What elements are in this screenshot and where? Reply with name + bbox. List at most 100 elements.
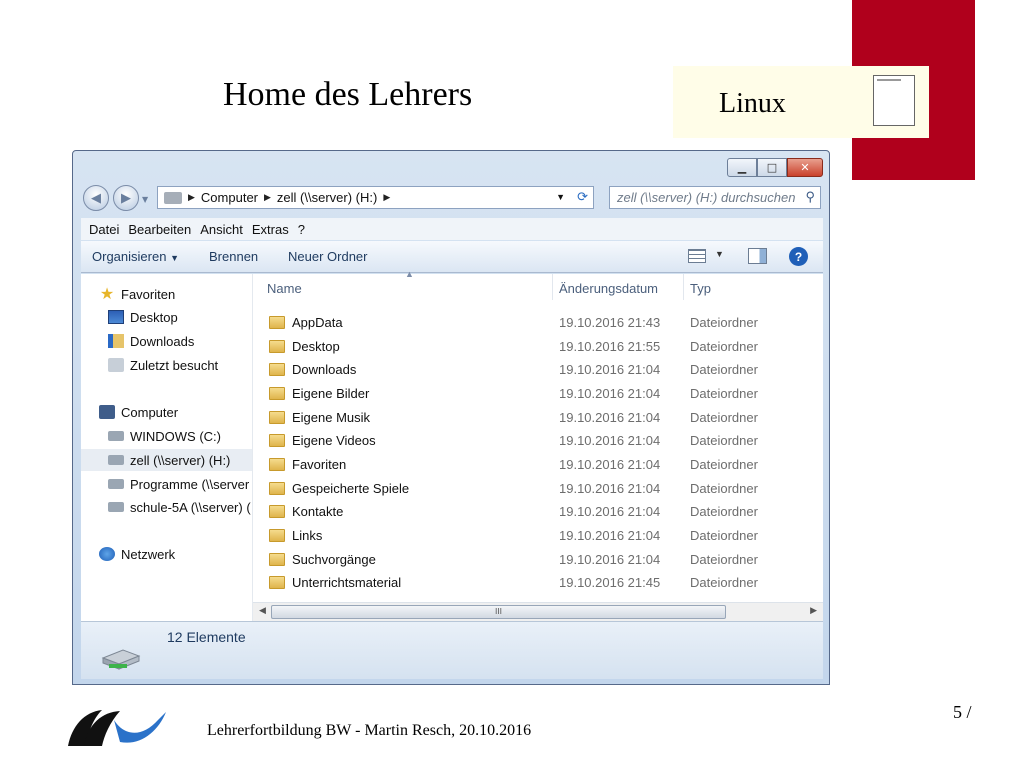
scroll-right-icon[interactable]: ▶: [810, 606, 817, 616]
navigation-pane: ★ Favoriten Desktop Downloads Zuletzt bes…: [81, 274, 253, 621]
table-row[interactable]: Kontakte 19.10.2016 21:04 Dateiordner: [253, 500, 817, 523]
table-row[interactable]: Downloads 19.10.2016 21:04 Dateiordner: [253, 358, 817, 381]
file-date: 19.10.2016 21:04: [559, 362, 661, 377]
column-header-date[interactable]: Änderungsdatum: [553, 274, 684, 300]
table-row[interactable]: Favoriten 19.10.2016 21:04 Dateiordner: [253, 453, 817, 476]
file-type: Dateiordner: [690, 481, 758, 496]
computer-icon: [99, 405, 115, 419]
desktop-icon: [108, 310, 124, 324]
organize-button[interactable]: Organisieren ▼: [92, 249, 179, 264]
nav-favorites[interactable]: ★ Favoriten: [99, 283, 175, 305]
nav-computer[interactable]: Computer: [99, 401, 178, 423]
view-options-icon[interactable]: [688, 249, 706, 263]
burn-button[interactable]: Brennen: [209, 249, 258, 264]
breadcrumb-separator-icon[interactable]: ▶: [188, 192, 195, 203]
maximize-button[interactable]: □: [757, 158, 787, 177]
breadcrumb-separator-icon[interactable]: ▶: [264, 192, 271, 203]
breadcrumb-separator-icon[interactable]: ▶: [383, 192, 390, 203]
nav-downloads[interactable]: Downloads: [108, 330, 194, 352]
file-type: Dateiordner: [690, 575, 758, 590]
search-icon[interactable]: ⚲: [805, 189, 815, 205]
table-row[interactable]: Unterrichtsmaterial 19.10.2016 21:45 Datei…: [253, 571, 817, 594]
navigation-row: ◀ ▶ ▼ ▶ Computer ▶ zell (\\server) (H:) …: [81, 185, 821, 212]
refresh-icon[interactable]: ⟳: [577, 189, 588, 205]
file-name: Downloads: [292, 362, 357, 377]
menu-bearbeiten[interactable]: Bearbeiten: [128, 222, 191, 237]
menu-extras[interactable]: Extras: [252, 222, 289, 237]
file-type: Dateiordner: [690, 504, 758, 519]
slide-title: Home des Lehrers: [223, 76, 473, 113]
table-row[interactable]: Desktop 19.10.2016 21:55 Dateiordner: [253, 335, 817, 358]
network-drive-icon: [108, 455, 124, 465]
nav-downloads-label: Downloads: [130, 333, 195, 349]
new-folder-button[interactable]: Neuer Ordner: [288, 249, 367, 264]
file-name-cell: Eigene Videos: [269, 433, 376, 448]
folder-icon: [269, 482, 285, 495]
folder-icon: [269, 387, 285, 400]
file-date: 19.10.2016 21:04: [559, 528, 661, 543]
breadcrumb-computer[interactable]: Computer: [201, 190, 258, 205]
forward-arrow-icon: ▶: [121, 190, 131, 206]
address-bar[interactable]: ▶ Computer ▶ zell (\\server) (H:) ▶ ▼ ⟳: [157, 186, 594, 209]
nav-computer-label: Computer: [121, 404, 179, 420]
window-controls: ▁ □ ✕: [727, 158, 823, 177]
nav-drive-h-label: zell (\\server) (H:): [130, 452, 231, 468]
menu-ansicht[interactable]: Ansicht: [200, 222, 243, 237]
help-icon[interactable]: ?: [789, 247, 808, 266]
column-header-name[interactable]: ▲ Name: [253, 269, 553, 300]
file-name-cell: Kontakte: [269, 504, 343, 519]
recent-pages-dropdown[interactable]: ▼: [142, 195, 148, 204]
back-button[interactable]: ◀: [83, 185, 109, 211]
minimize-button[interactable]: ▁: [727, 158, 757, 177]
close-button[interactable]: ✕: [787, 158, 823, 177]
search-input[interactable]: zell (\\server) (H:) durchsuchen ⚲: [609, 186, 821, 209]
chevron-down-icon: ▼: [170, 253, 179, 263]
scroll-left-icon[interactable]: ◀: [259, 606, 266, 616]
file-name: Eigene Musik: [292, 410, 371, 425]
search-placeholder: zell (\\server) (H:) durchsuchen: [617, 190, 796, 205]
menu-datei[interactable]: Datei: [89, 222, 119, 237]
nav-favorites-label: Favoriten: [121, 286, 176, 302]
nav-schule[interactable]: schule-5A (\\server) (: [108, 496, 251, 518]
nav-desktop[interactable]: Desktop: [108, 306, 178, 328]
nav-programme[interactable]: Programme (\\server: [108, 473, 249, 495]
file-name-cell: Gespeicherte Spiele: [269, 481, 409, 496]
file-name: AppData: [292, 315, 343, 330]
network-icon: [99, 547, 115, 561]
table-row[interactable]: Eigene Musik 19.10.2016 21:04 Dateiordner: [253, 406, 817, 429]
file-name: Favoriten: [292, 457, 347, 472]
table-row[interactable]: Suchvorgänge 19.10.2016 21:04 Dateiordner: [253, 548, 817, 571]
nav-network[interactable]: Netzwerk: [99, 543, 175, 565]
file-date: 19.10.2016 21:45: [559, 575, 661, 590]
scrollbar-thumb[interactable]: III: [271, 605, 726, 619]
breadcrumb-drive[interactable]: zell (\\server) (H:): [277, 190, 377, 205]
preview-pane-icon[interactable]: [748, 248, 767, 264]
table-row[interactable]: Eigene Bilder 19.10.2016 21:04 Dateiordner: [253, 382, 817, 405]
nav-recent[interactable]: Zuletzt besucht: [108, 354, 218, 376]
table-row[interactable]: AppData 19.10.2016 21:43 Dateiordner: [253, 311, 817, 334]
file-name-cell: Eigene Bilder: [269, 386, 369, 401]
page-number: 5 /: [953, 702, 972, 722]
horizontal-scrollbar[interactable]: ◀ III ▶: [253, 602, 823, 621]
forward-button[interactable]: ▶: [113, 185, 139, 211]
nav-drive-c[interactable]: WINDOWS (C:): [108, 425, 221, 447]
file-name: Eigene Videos: [292, 433, 376, 448]
column-name-label: Name: [267, 281, 302, 296]
file-date: 19.10.2016 21:04: [559, 433, 661, 448]
table-row[interactable]: Gespeicherte Spiele 19.10.2016 21:04 Datei…: [253, 477, 817, 500]
table-row[interactable]: Eigene Videos 19.10.2016 21:04 Dateiordner: [253, 429, 817, 452]
file-name-cell: Unterrichtsmaterial: [269, 575, 401, 590]
file-type: Dateiordner: [690, 339, 758, 354]
table-row[interactable]: Links 19.10.2016 21:04 Dateiordner: [253, 524, 817, 547]
file-type: Dateiordner: [690, 362, 758, 377]
nav-drive-h[interactable]: zell (\\server) (H:): [81, 449, 252, 471]
folder-icon: [269, 505, 285, 518]
address-dropdown-icon[interactable]: ▼: [556, 192, 565, 202]
file-type: Dateiordner: [690, 410, 758, 425]
file-name: Kontakte: [292, 504, 344, 519]
sort-ascending-icon: ▲: [405, 269, 414, 279]
file-name-cell: Eigene Musik: [269, 410, 370, 425]
menu-help[interactable]: ?: [298, 222, 305, 237]
column-header-type[interactable]: Typ: [684, 274, 817, 300]
view-dropdown-icon[interactable]: ▼: [715, 249, 724, 259]
